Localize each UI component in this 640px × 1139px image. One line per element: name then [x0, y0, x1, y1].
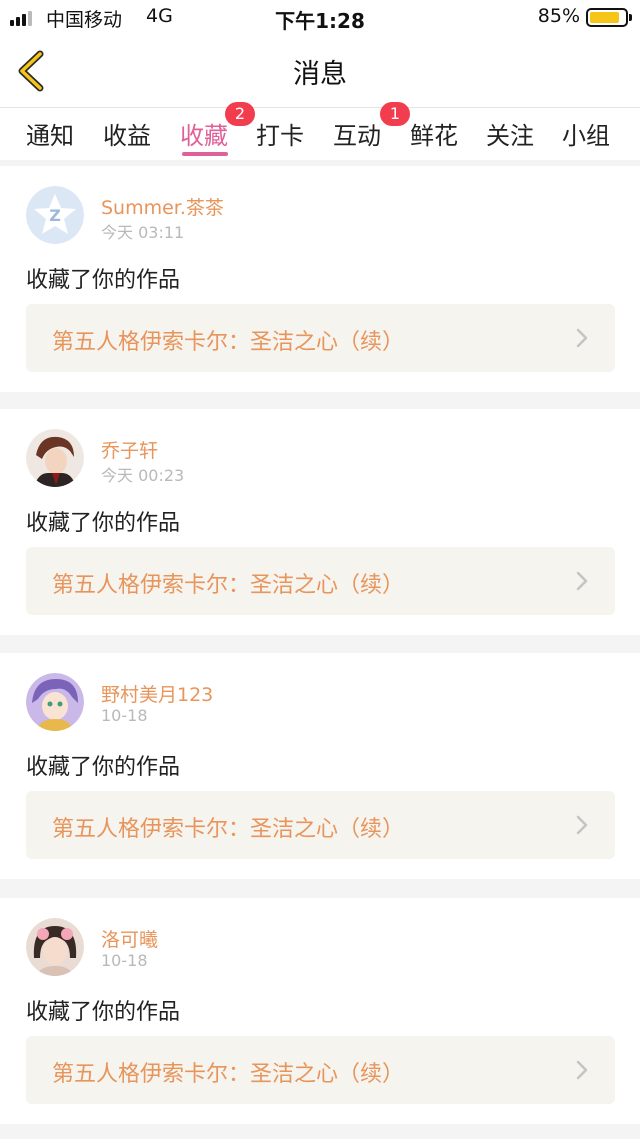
default-avatar-icon: Z: [26, 186, 84, 244]
work-title: 第五人格伊索卡尔：圣洁之心（续）: [52, 330, 405, 355]
timestamp: 今天 00:23: [101, 466, 185, 485]
action-text: 收藏了你的作品: [26, 1000, 181, 1025]
avatar[interactable]: Z: [26, 186, 84, 244]
tab-groups[interactable]: 小组: [562, 116, 610, 151]
message-card: 野村美月123 10-18 收藏了你的作品 第五人格伊索卡尔：圣洁之心（续）: [0, 653, 640, 879]
svg-text:Z: Z: [49, 206, 61, 225]
interactions-badge: 1: [380, 102, 410, 126]
tab-label: 互动: [333, 122, 381, 150]
tab-label: 打卡: [256, 122, 304, 150]
tab-earnings[interactable]: 收益: [103, 116, 151, 151]
work-link[interactable]: 第五人格伊索卡尔：圣洁之心（续）: [26, 791, 615, 859]
chevron-right-icon: [576, 571, 588, 591]
user-avatar-icon: [26, 918, 84, 976]
avatar[interactable]: [26, 429, 84, 487]
page-title: 消息: [293, 59, 347, 90]
tab-label: 关注: [486, 122, 534, 150]
work-link[interactable]: 第五人格伊索卡尔：圣洁之心（续）: [26, 547, 615, 615]
work-title: 第五人格伊索卡尔：圣洁之心（续）: [52, 817, 405, 842]
tab-label: 收益: [103, 122, 151, 150]
active-tab-indicator: [182, 152, 228, 156]
tab-favorites[interactable]: 收藏: [180, 116, 228, 151]
tab-label: 通知: [26, 122, 74, 150]
work-link[interactable]: 第五人格伊索卡尔：圣洁之心（续）: [26, 304, 615, 372]
work-title: 第五人格伊索卡尔：圣洁之心（续）: [52, 573, 405, 598]
tab-following[interactable]: 关注: [486, 116, 534, 151]
tab-notifications[interactable]: 通知: [26, 116, 74, 151]
avatar[interactable]: [26, 673, 84, 731]
chevron-right-icon: [576, 815, 588, 835]
username[interactable]: Summer.茶茶: [101, 193, 224, 220]
timestamp: 今天 03:11: [101, 223, 185, 242]
username[interactable]: 乔子轩: [101, 436, 158, 463]
chevron-right-icon: [576, 1060, 588, 1080]
avatar[interactable]: [26, 918, 84, 976]
battery-percent: 85%: [537, 5, 580, 27]
tab-label: 鲜花: [410, 122, 458, 150]
tab-bar: 通知 收益 收藏 2 打卡 互动 1 鲜花 关注 小组: [0, 102, 640, 160]
tab-checkin[interactable]: 打卡: [256, 116, 304, 151]
message-card: Z Summer.茶茶 今天 03:11 收藏了你的作品 第五人格伊索卡尔：圣洁…: [0, 166, 640, 392]
user-avatar-icon: [26, 429, 84, 487]
status-bar: 中国移动 4G 下午1:28 85%: [0, 0, 640, 34]
chevron-right-icon: [576, 328, 588, 348]
username[interactable]: 野村美月123: [101, 680, 213, 707]
nav-bar: 消息: [0, 34, 640, 108]
battery-fill: [590, 12, 619, 23]
work-title: 第五人格伊索卡尔：圣洁之心（续）: [52, 1062, 405, 1087]
message-card: 乔子轩 今天 00:23 收藏了你的作品 第五人格伊索卡尔：圣洁之心（续）: [0, 409, 640, 635]
favorites-badge: 2: [225, 102, 255, 126]
tab-label: 收藏: [180, 122, 228, 150]
work-link[interactable]: 第五人格伊索卡尔：圣洁之心（续）: [26, 1036, 615, 1104]
tab-flowers[interactable]: 鲜花: [410, 116, 458, 151]
username[interactable]: 洛可曦: [101, 925, 158, 952]
action-text: 收藏了你的作品: [26, 511, 181, 536]
battery-icon: [586, 8, 632, 27]
timestamp: 10-18: [101, 706, 148, 725]
tab-label: 小组: [562, 122, 610, 150]
timestamp: 10-18: [101, 951, 148, 970]
action-text: 收藏了你的作品: [26, 755, 181, 780]
tab-interactions[interactable]: 互动: [333, 116, 381, 151]
message-card: 洛可曦 10-18 收藏了你的作品 第五人格伊索卡尔：圣洁之心（续）: [0, 898, 640, 1124]
user-avatar-icon: [26, 673, 84, 731]
action-text: 收藏了你的作品: [26, 268, 181, 293]
